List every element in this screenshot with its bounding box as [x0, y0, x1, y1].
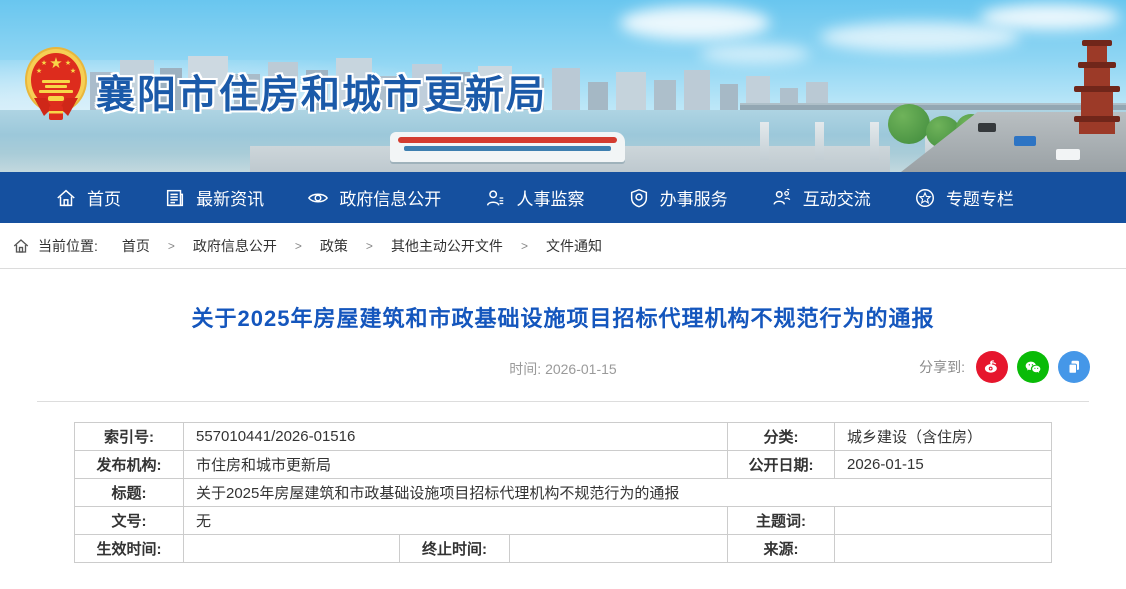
keywords-label: 主题词:: [728, 507, 835, 535]
table-row: 标题: 关于2025年房屋建筑和市政基础设施项目招标代理机构不规范行为的通报: [74, 479, 1051, 507]
category-value: 城乡建设（含住房）: [835, 423, 1052, 451]
breadcrumb: 当前位置: 首页 > 政府信息公开 > 政策 > 其他主动公开文件 > 文件通知: [0, 223, 1126, 269]
breadcrumb-separator: >: [295, 239, 302, 253]
doc-number-label: 文号:: [74, 507, 183, 535]
table-row: 生效时间: 终止时间: 来源:: [74, 535, 1051, 563]
nav-item-special-columns[interactable]: 专题专栏: [914, 185, 1014, 210]
copy-link-share-button[interactable]: [1058, 351, 1090, 383]
pier-column: [760, 122, 769, 160]
national-emblem-icon: ★ ★ ★ ★ ★: [24, 46, 88, 126]
cloud: [820, 22, 1020, 52]
doc-title-value: 关于2025年房屋建筑和市政基础设施项目招标代理机构不规范行为的通报: [183, 479, 1051, 507]
copy-link-icon: [1064, 357, 1084, 377]
svg-text:★: ★: [70, 67, 76, 75]
time-value: 2026-01-15: [545, 361, 617, 377]
article-title: 关于2025年房屋建筑和市政基础设施项目招标代理机构不规范行为的通报: [0, 301, 1126, 333]
category-label: 分类:: [728, 423, 835, 451]
article-meta-row: 时间: 2026-01-15 分享到:: [0, 349, 1126, 389]
car: [978, 123, 996, 132]
breadcrumb-separator: >: [521, 239, 528, 253]
nav-item-services[interactable]: 办事服务: [628, 185, 728, 210]
site-title: 襄阳市住房和城市更新局: [96, 64, 547, 120]
table-row: 索引号: 557010441/2026-01516 分类: 城乡建设（含住房）: [74, 423, 1051, 451]
breadcrumb-link-other-public-docs[interactable]: 其他主动公开文件: [391, 236, 503, 256]
breadcrumb-prefix: 当前位置:: [38, 236, 98, 256]
breadcrumb-link-file-notice[interactable]: 文件通知: [546, 236, 602, 256]
nav-item-personnel[interactable]: 人事监察: [484, 185, 584, 210]
star-circle-icon: [914, 187, 936, 209]
car: [1056, 149, 1080, 160]
source-label: 来源:: [728, 535, 835, 563]
nav-item-home[interactable]: 首页: [55, 185, 121, 210]
bridge: [740, 103, 1126, 110]
expiry-date-label: 终止时间:: [399, 535, 509, 563]
nav-item-info-disclosure[interactable]: 政府信息公开: [307, 185, 441, 210]
breadcrumb-link-home[interactable]: 首页: [122, 236, 150, 256]
news-icon: [164, 187, 186, 209]
nav-item-interaction[interactable]: 互动交流: [771, 185, 871, 210]
svg-text:★: ★: [41, 59, 47, 67]
pier-column: [815, 122, 824, 160]
nav-item-label: 最新资讯: [196, 185, 264, 210]
breadcrumb-separator: >: [366, 239, 373, 253]
table-row: 发布机构: 市住房和城市更新局 公开日期: 2026-01-15: [74, 451, 1051, 479]
wechat-icon: [1023, 357, 1043, 377]
nav-item-label: 互动交流: [803, 185, 871, 210]
person-icon: [484, 187, 506, 209]
publish-date-label: 公开日期:: [728, 451, 835, 479]
publish-date-value: 2026-01-15: [835, 451, 1052, 479]
share-box: 分享到:: [919, 351, 1090, 383]
home-icon: [12, 237, 30, 255]
source-value: [835, 535, 1052, 563]
document-info-table: 索引号: 557010441/2026-01516 分类: 城乡建设（含住房） …: [74, 422, 1052, 563]
nav-item-label: 首页: [87, 185, 121, 210]
eye-icon: [307, 187, 329, 209]
weibo-share-button[interactable]: [976, 351, 1008, 383]
nav-item-news[interactable]: 最新资讯: [164, 185, 264, 210]
pier-column: [870, 122, 879, 160]
breadcrumb-link-info-disclosure[interactable]: 政府信息公开: [193, 236, 277, 256]
wechat-share-button[interactable]: [1017, 351, 1049, 383]
index-number-value: 557010441/2026-01516: [183, 423, 727, 451]
index-number-label: 索引号:: [74, 423, 183, 451]
doc-title-label: 标题:: [74, 479, 183, 507]
time-label: 时间:: [509, 361, 541, 377]
keywords-value: [835, 507, 1052, 535]
article-content: 关于2025年房屋建筑和市政基础设施项目招标代理机构不规范行为的通报 时间: 2…: [0, 301, 1126, 563]
effective-date-label: 生效时间:: [74, 535, 183, 563]
table-row: 文号: 无 主题词:: [74, 507, 1051, 535]
nav-item-label: 办事服务: [660, 185, 728, 210]
pagoda: [1074, 38, 1120, 134]
issuing-agency-value: 市住房和城市更新局: [183, 451, 727, 479]
share-label: 分享到:: [919, 357, 965, 377]
svg-text:★: ★: [36, 67, 42, 75]
issuing-agency-label: 发布机构:: [74, 451, 183, 479]
home-icon: [55, 187, 77, 209]
main-navbar: 首页 最新资讯 政府信息公开 人事监察 办事服务 互动交流 专题专栏: [0, 172, 1126, 223]
site-banner: ★ ★ ★ ★ ★ 襄阳市住房和城市更新局: [0, 0, 1126, 172]
nav-item-label: 政府信息公开: [339, 185, 441, 210]
breadcrumb-separator: >: [168, 239, 175, 253]
shield-icon: [628, 187, 650, 209]
weibo-icon: [982, 357, 1002, 377]
cloud: [620, 6, 770, 40]
expiry-date-value: [509, 535, 727, 563]
ferry-boat: [390, 132, 625, 162]
cloud: [980, 4, 1120, 30]
effective-date-value: [183, 535, 399, 563]
people-chat-icon: [771, 187, 793, 209]
nav-item-label: 专题专栏: [946, 185, 1014, 210]
breadcrumb-link-policy[interactable]: 政策: [320, 236, 348, 256]
car: [1014, 136, 1036, 146]
doc-number-value: 无: [183, 507, 727, 535]
title-divider: [37, 401, 1089, 402]
tree: [888, 104, 930, 144]
svg-text:★: ★: [65, 59, 71, 67]
nav-item-label: 人事监察: [516, 185, 584, 210]
svg-text:★: ★: [49, 55, 62, 72]
